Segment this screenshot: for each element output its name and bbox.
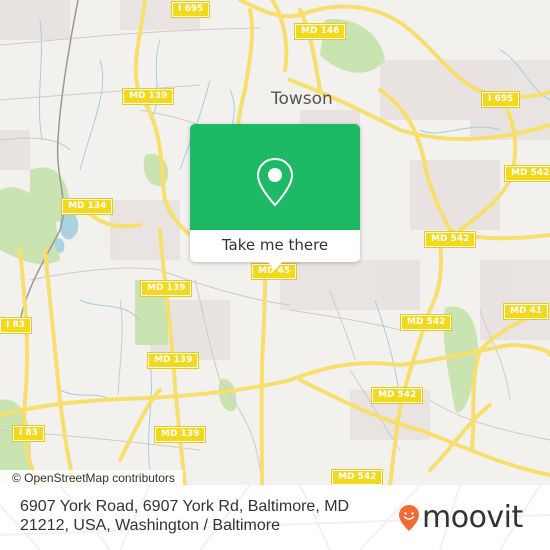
road-shield: MD 542 [423, 231, 477, 248]
road-shield: MD 542 [503, 165, 550, 182]
road-shield: I 695 [480, 91, 521, 108]
road-shield: MD 542 [370, 387, 424, 404]
take-me-there-button[interactable]: Take me there [190, 230, 360, 262]
road-shield: MD 139 [139, 280, 193, 297]
road-shield: MD 134 [60, 198, 114, 215]
moovit-logo[interactable]: moovit [398, 500, 523, 536]
road-shield: MD 542 [330, 469, 384, 485]
road-shield: I 695 [170, 1, 211, 18]
popup-header [190, 124, 360, 230]
road-shield: MD 139 [153, 426, 207, 443]
road-shield: I 83 [0, 317, 33, 334]
moovit-wordmark: moovit [422, 500, 523, 535]
location-popup: Take me there [190, 124, 360, 270]
page: Towson I 695 MD 146 MD 139 I 695 MD 542 … [0, 0, 550, 550]
address-text: 6907 York Road, 6907 York Rd, Baltimore,… [20, 498, 350, 534]
road-shield: MD 146 [293, 23, 347, 40]
map-attribution[interactable]: © OpenStreetMap contributors [0, 470, 183, 485]
road-shield: MD 139 [146, 352, 200, 369]
road-shield: MD 41 [502, 303, 550, 320]
location-pin-icon [256, 157, 294, 207]
popup-pointer [266, 260, 284, 270]
moovit-pin-icon [399, 505, 419, 531]
road-shield: I 83 [11, 425, 46, 442]
road-shield: MD 139 [121, 88, 175, 105]
road-shield: MD 542 [399, 314, 453, 331]
place-label-towson: Towson [271, 89, 333, 109]
footer: 6907 York Road, 6907 York Rd, Baltimore,… [0, 485, 550, 550]
